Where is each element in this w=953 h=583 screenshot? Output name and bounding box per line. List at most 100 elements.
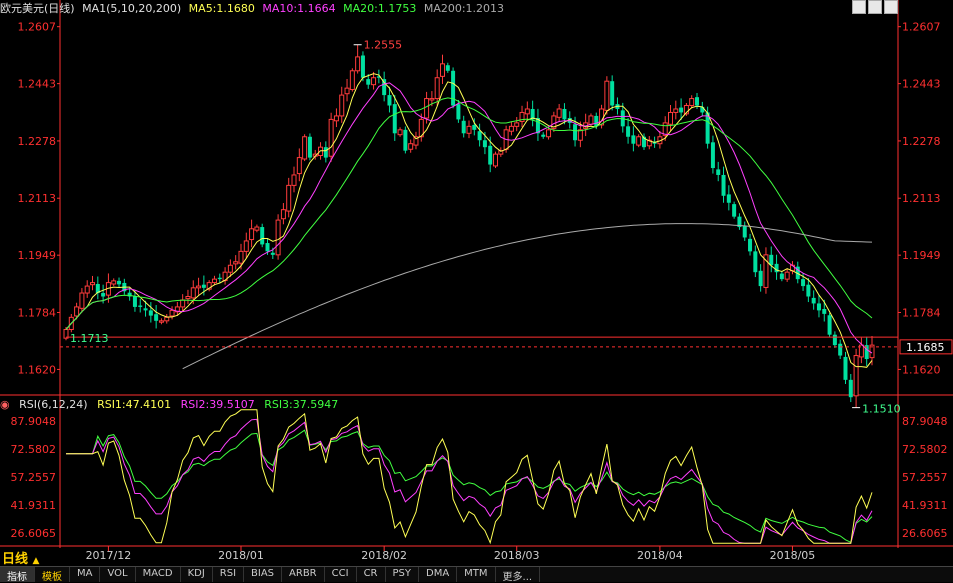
candle-body-up	[275, 219, 281, 256]
candle-body-down	[631, 135, 636, 144]
candle-body-down	[848, 379, 853, 398]
candle-body-down	[307, 136, 312, 158]
window-close-button[interactable]	[884, 0, 898, 14]
period-mode-label: 日线	[2, 552, 29, 567]
chart-canvas[interactable]: 1.2607 1.2607 1.2443 1.2443 1.2278 1.2278 1.21…	[0, 0, 953, 566]
tab-psy[interactable]: PSY	[386, 567, 419, 582]
candle-body-down	[488, 145, 493, 165]
rsi-axis-label-right: 72.5802	[902, 443, 948, 456]
price-axis-label-left: 1.1949	[18, 249, 57, 262]
tab-rsi[interactable]: RSI	[213, 567, 245, 582]
tab-dma[interactable]: DMA	[419, 567, 458, 582]
candle-body-down	[811, 297, 816, 304]
window-minimize-button[interactable]	[868, 0, 882, 14]
candle-body-down	[721, 174, 726, 196]
price-axis-label-left: 1.2607	[18, 21, 57, 34]
rsi-header: ◉ RSI(6,12,24) RSI1:47.4101 RSI2:39.5107…	[0, 398, 344, 411]
candle-body-up	[604, 80, 610, 111]
rsi2-line	[66, 418, 873, 544]
candle-body-up	[514, 122, 520, 127]
candle-body-down	[477, 131, 482, 141]
price-chart-header: 欧元美元(日线) MA1(5,10,20,200) MA5:1.1680 MA1…	[0, 0, 508, 16]
candle-body-down	[626, 126, 631, 137]
period-mode-selector[interactable]: 日线 ▲	[2, 548, 39, 567]
candle-body-down	[758, 270, 763, 287]
current-price-tag: 1.1685	[906, 341, 945, 354]
candle-body-down	[753, 251, 758, 273]
rsi1-line	[66, 409, 873, 545]
candle-body-down	[843, 356, 848, 380]
candle-body-up	[434, 77, 440, 100]
tab-arbr[interactable]: ARBR	[282, 567, 325, 582]
tab-kdj[interactable]: KDJ	[181, 567, 213, 582]
rsi-axis-label-left: 57.2557	[11, 471, 57, 484]
candle-body-up	[466, 125, 472, 134]
candle-body-up	[493, 153, 499, 167]
candle-body-up	[397, 129, 403, 136]
candle-body-up	[333, 115, 339, 122]
tab-indicator[interactable]: 指标	[0, 567, 35, 583]
candle-body-up	[344, 87, 350, 95]
tab-bias[interactable]: BIAS	[244, 567, 283, 582]
candle-body-up	[588, 115, 594, 125]
window-restore-button[interactable]	[852, 0, 866, 14]
tab-template[interactable]: 模板	[35, 567, 70, 583]
candle-body-down	[610, 81, 615, 106]
candle-body-down	[748, 238, 753, 252]
candle-body-down	[732, 204, 737, 217]
candle-body-up	[439, 63, 445, 77]
candle-body-up	[233, 261, 239, 265]
price-axis-label-right: 1.1620	[902, 363, 941, 376]
candle-body-down	[143, 308, 148, 311]
tab-more[interactable]: 更多...	[496, 567, 541, 583]
price-axis-label-left: 1.2443	[18, 78, 57, 91]
candle-body-down	[806, 284, 811, 297]
candle-body-up	[556, 108, 562, 118]
candle-body-up	[689, 98, 695, 107]
candle-body-down	[360, 55, 365, 78]
tab-vol[interactable]: VOL	[100, 567, 136, 582]
date-label: 2018/03	[494, 549, 540, 562]
candle-body-down	[392, 104, 397, 134]
candle-body-up	[84, 285, 90, 294]
candle-body-down	[323, 147, 328, 158]
rsi-axis-label-left: 72.5802	[11, 443, 57, 456]
candle-body-down	[779, 273, 784, 280]
tab-ma[interactable]: MA	[70, 567, 101, 582]
candle-body-up	[164, 316, 170, 322]
candle-body-down	[117, 280, 122, 285]
rsi3-line	[66, 429, 873, 544]
tab-macd[interactable]: MACD	[136, 567, 181, 582]
candle-body-down	[382, 79, 387, 96]
price-axis-label-left: 1.1620	[18, 363, 57, 376]
candle-body-up	[302, 136, 308, 160]
candle-body-up	[546, 129, 552, 138]
candle-body-down	[451, 70, 456, 106]
chevron-up-icon: ▲	[32, 556, 40, 566]
candle-body-up	[853, 355, 859, 397]
candle-body-up	[508, 125, 514, 132]
rsi3-value: RSI3:37.5947	[264, 398, 339, 411]
reference-label: 1.1713	[70, 332, 109, 345]
candle-body-down	[573, 124, 578, 141]
date-label: 2018/05	[770, 549, 816, 562]
candle-body-up	[74, 306, 80, 317]
tab-cr[interactable]: CR	[357, 567, 386, 582]
candle-body-up	[424, 98, 430, 119]
candle-body-up	[185, 296, 191, 300]
candle-body-down	[456, 104, 461, 120]
tab-cci[interactable]: CCI	[325, 567, 357, 582]
rsi-expand-icon[interactable]: ◉	[0, 398, 10, 411]
candle-body-down	[726, 194, 731, 203]
candle-body-down	[541, 134, 546, 137]
candle-body-up	[227, 264, 233, 273]
price-axis-label-left: 1.2278	[18, 135, 57, 148]
candle-body-up	[158, 320, 164, 323]
ma5-value: MA5:1.1680	[188, 2, 255, 15]
candle-body-down	[101, 293, 106, 297]
candle-body-down	[769, 254, 774, 266]
date-label: 2018/04	[637, 549, 683, 562]
tab-mtm[interactable]: MTM	[457, 567, 496, 582]
candle-body-up	[249, 228, 255, 241]
candle-body-down	[217, 277, 222, 280]
